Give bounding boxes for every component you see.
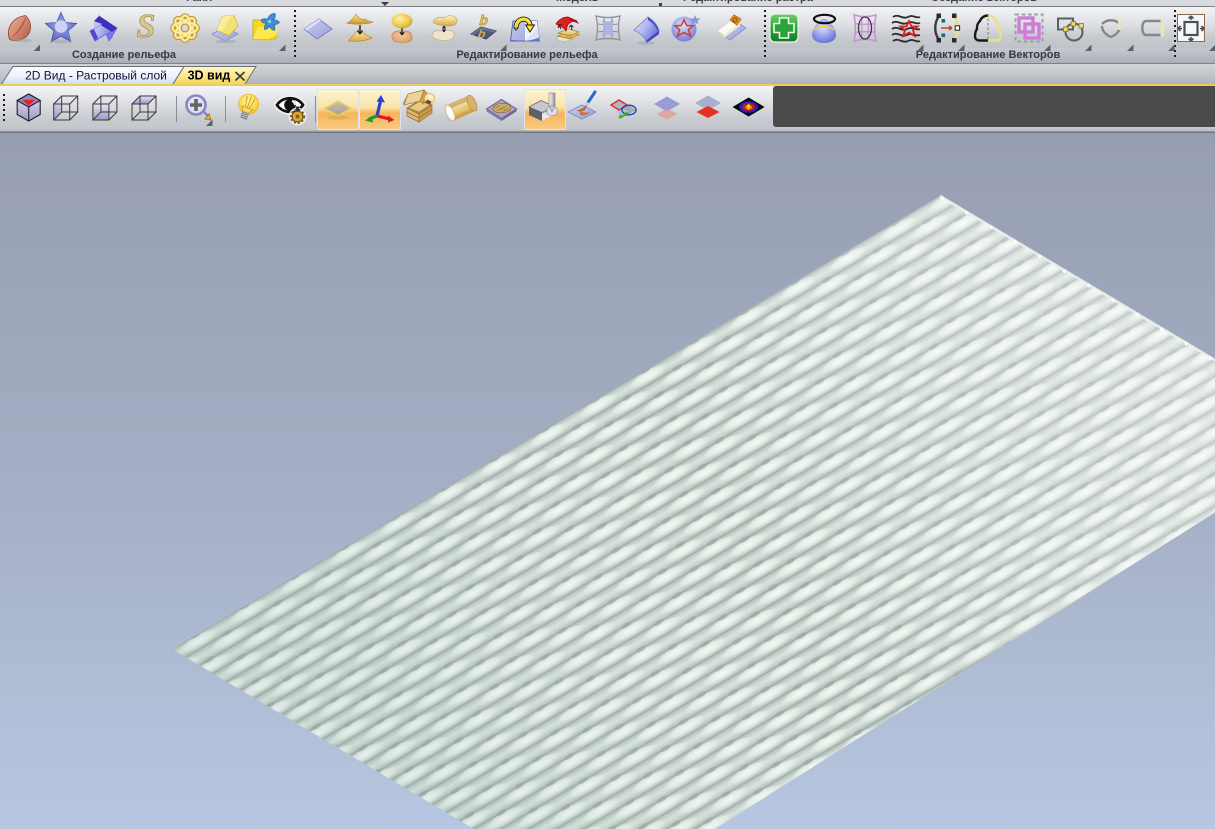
svg-text:2D Вид - Растровый слой: 2D Вид - Растровый слой [25, 69, 167, 83]
svg-text:S: S [137, 8, 156, 45]
svg-text:3D вид: 3D вид [188, 69, 231, 83]
svg-text:b: b [477, 13, 490, 29]
